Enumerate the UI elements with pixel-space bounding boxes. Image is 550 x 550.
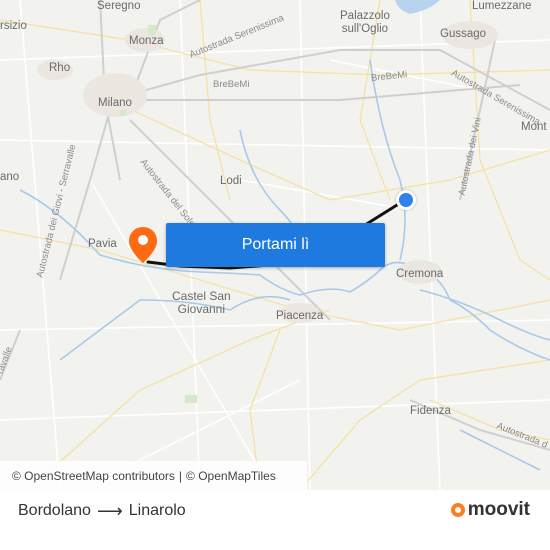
- place-label-piacenza: Piacenza: [276, 310, 324, 322]
- place-label-arsizio: rsizio: [0, 20, 27, 32]
- omt-attribution-link[interactable]: © OpenMapTiles: [186, 469, 276, 483]
- place-label-gussago: Gussago: [440, 28, 487, 40]
- arrow-right-icon: ⟶: [96, 500, 123, 521]
- place-label-rho: Rho: [49, 62, 71, 74]
- footer: Bordolano ⟶ Linarolo moovit: [0, 490, 550, 550]
- place-label-lumezzane: Lumezzane: [472, 0, 532, 12]
- place-label-pavia: Pavia: [88, 238, 117, 250]
- destination-name: Linarolo: [128, 502, 186, 519]
- go-button[interactable]: Portami lì: [166, 223, 385, 267]
- blue-location-dot-icon[interactable]: [396, 190, 416, 210]
- place-label-palazzolo: Palazzolo sull'Oglio: [340, 10, 390, 35]
- place-label-ano: ano: [0, 171, 20, 183]
- attribution-separator: |: [178, 468, 183, 483]
- map-attribution: © OpenStreetMap contributors | © OpenMap…: [0, 461, 307, 490]
- place-label-castel-san-giovanni: Castel San Giovanni: [172, 289, 231, 316]
- orange-pin-icon[interactable]: [129, 227, 157, 263]
- road-label-brebemi: BreBeMi: [213, 79, 250, 90]
- moovit-wordmark: moovit: [467, 499, 530, 520]
- place-label-fidenza: Fidenza: [410, 405, 451, 417]
- place-label-lodi: Lodi: [220, 175, 242, 187]
- moovit-dot-icon: [450, 503, 465, 517]
- origin-name: Bordolano: [18, 502, 91, 519]
- place-label-monza: Monza: [129, 35, 164, 47]
- map[interactable]: Seregno Palazzolo sull'Oglio Lumezzane G…: [0, 0, 550, 490]
- osm-attribution-link[interactable]: © OpenStreetMap contributors: [12, 469, 175, 483]
- place-label-cremona: Cremona: [396, 268, 444, 280]
- place-label-seregno: Seregno: [97, 0, 141, 12]
- place-label-milano: Milano: [98, 97, 132, 109]
- moovit-logo[interactable]: moovit: [450, 499, 530, 521]
- route-title: Bordolano ⟶ Linarolo: [18, 500, 186, 522]
